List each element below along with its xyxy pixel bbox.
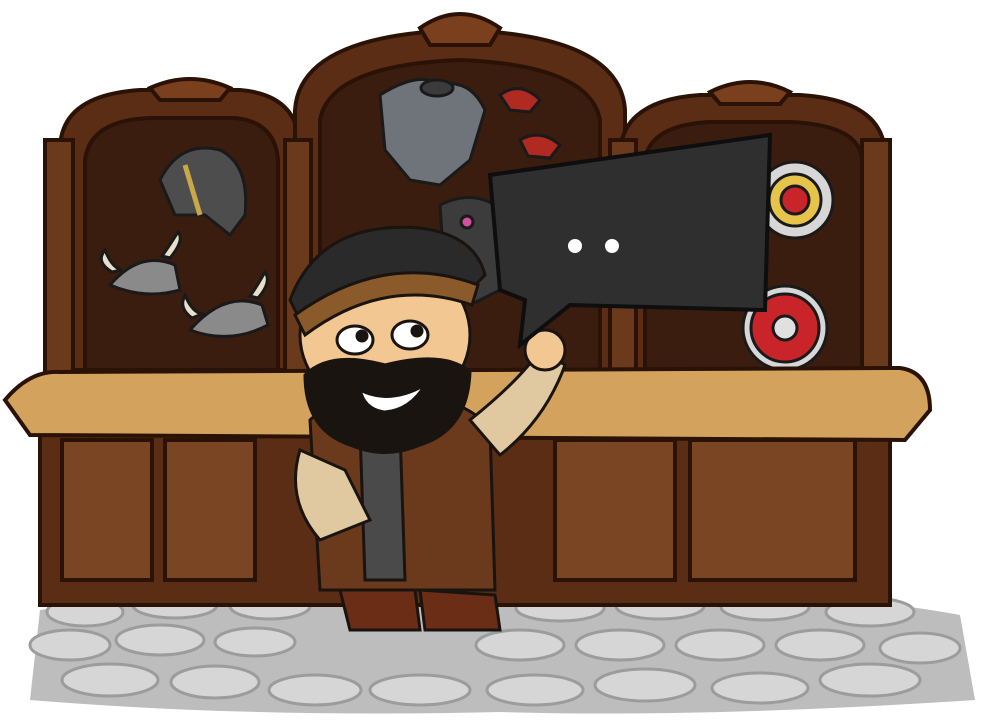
shop-illustration [2, 12, 975, 714]
stone-floor [28, 589, 975, 714]
speech-bubble-text [505, 200, 755, 290]
game-scene [0, 0, 994, 720]
